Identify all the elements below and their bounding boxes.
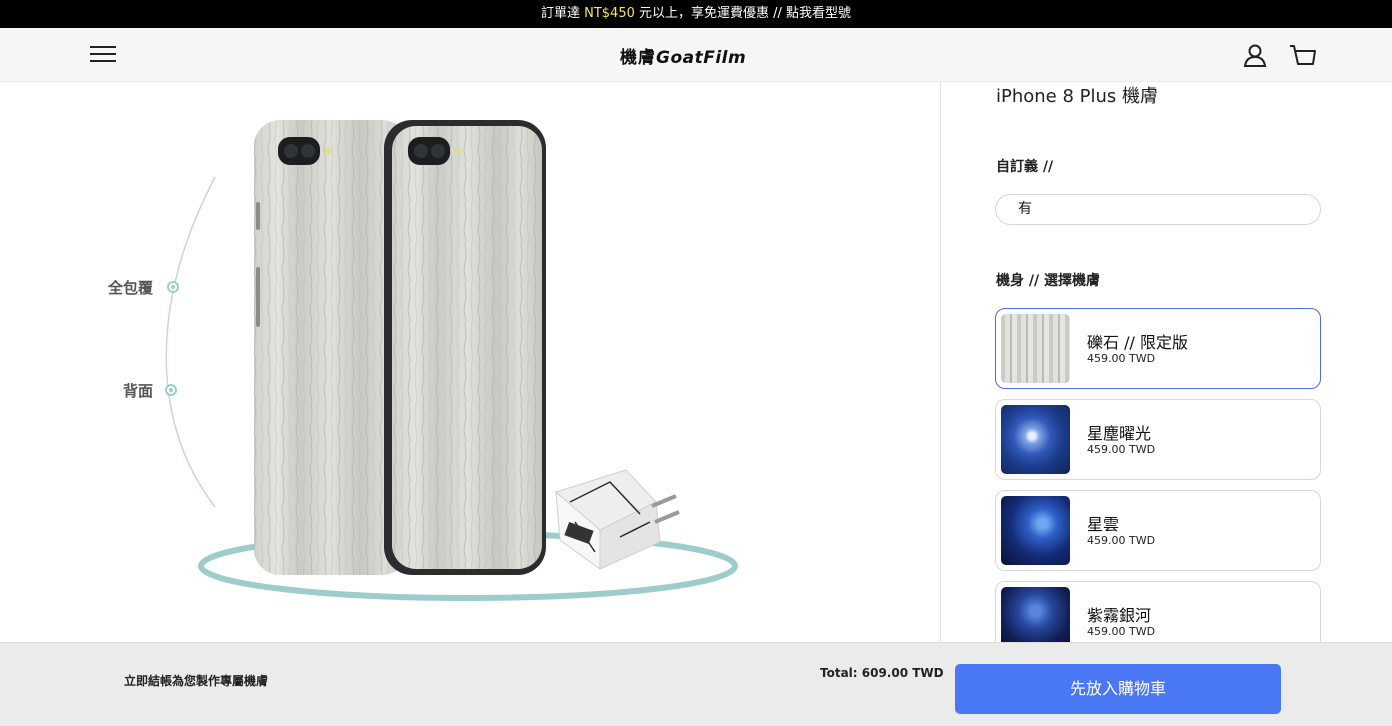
- user-icon[interactable]: [1241, 42, 1269, 70]
- option-name: 礫石 // 限定版: [1087, 333, 1188, 352]
- skin-option-purple-galaxy[interactable]: 紫霧銀河 459.00 TWD: [995, 581, 1321, 642]
- option-name: 星塵曜光: [1087, 424, 1152, 443]
- add-to-cart-button[interactable]: 先放入購物車: [955, 664, 1281, 714]
- guide-arc: [165, 176, 216, 508]
- skin-option-nebula[interactable]: 星雲 459.00 TWD: [995, 490, 1321, 571]
- option-name: 星雲: [1087, 515, 1120, 534]
- announcement-suffix: 元以上，享免運費優惠 // 點我看型號: [634, 6, 852, 21]
- swatch-nebula: [1001, 496, 1070, 565]
- product-options-panel: iPhone 8 Plus 機膚 自訂義 // 有 機身 // 選擇機膚 礫石 …: [941, 82, 1392, 642]
- logo-latin: GoatFilm: [656, 48, 747, 68]
- custom-label: 自訂義 //: [996, 159, 1054, 175]
- announcement-highlight: NT$450: [584, 6, 635, 21]
- menu-icon[interactable]: [90, 43, 116, 65]
- product-showcase: 全包覆 背面: [0, 82, 940, 642]
- swatch-galaxy: [1001, 587, 1070, 642]
- option-price: 459.00 TWD: [1087, 625, 1156, 638]
- swatch-marble: [1001, 314, 1070, 383]
- skin-option-stardust[interactable]: 星塵曜光 459.00 TWD: [995, 399, 1321, 480]
- product-title: iPhone 8 Plus 機膚: [996, 86, 1159, 107]
- order-total: Total: 609.00 TWD: [820, 666, 944, 680]
- checkout-bar: 立即結帳為您製作專屬機膚 Total: 609.00 TWD 先放入購物車: [0, 642, 1392, 726]
- skin-option-gravel[interactable]: 礫石 // 限定版 459.00 TWD: [995, 308, 1321, 389]
- option-price: 459.00 TWD: [1087, 443, 1156, 456]
- skin-select-label: 機身 // 選擇機膚: [996, 273, 1100, 289]
- swatch-stardust: [1001, 405, 1070, 474]
- checkout-message: 立即結帳為您製作專屬機膚: [124, 674, 269, 688]
- announcement-bar[interactable]: 訂單達 NT$450 元以上，享免運費優惠 // 點我看型號: [0, 0, 1392, 28]
- announcement-prefix: 訂單達: [540, 6, 585, 21]
- custom-select[interactable]: 有: [995, 194, 1321, 225]
- label-back: 背面: [123, 382, 154, 400]
- option-name: 紫霧銀河: [1087, 606, 1152, 625]
- logo-cjk: 機膚: [620, 48, 656, 68]
- option-price: 459.00 TWD: [1087, 352, 1156, 365]
- label-full-wrap: 全包覆: [108, 279, 154, 297]
- cart-icon[interactable]: [1289, 42, 1317, 70]
- option-price: 459.00 TWD: [1087, 534, 1156, 547]
- top-nav: 機膚GoatFilm: [0, 28, 1392, 82]
- site-logo[interactable]: 機膚GoatFilm: [620, 43, 746, 68]
